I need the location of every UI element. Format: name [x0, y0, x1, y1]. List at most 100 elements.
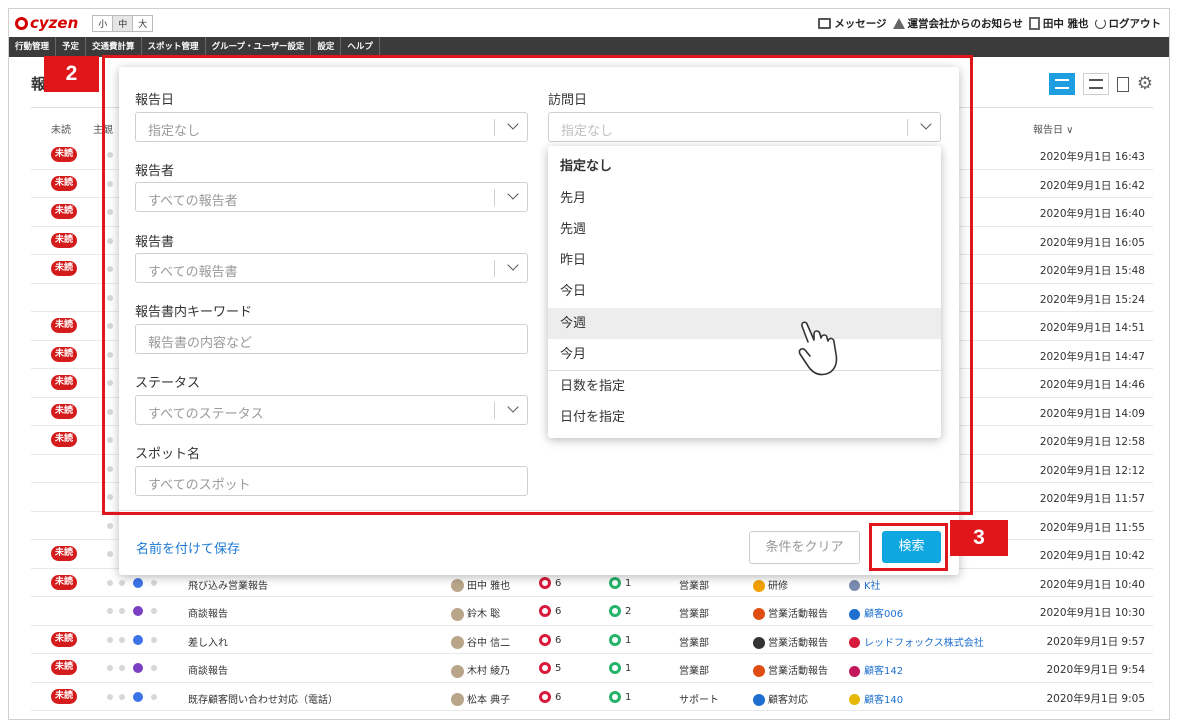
- logout-label: ログアウト: [1108, 17, 1162, 30]
- comment-icon: [609, 662, 621, 674]
- chevron-down-icon: [507, 188, 519, 200]
- report-date: 2020年9月1日 14:09: [1039, 407, 1145, 420]
- user-menu[interactable]: 田中 雅也: [1028, 16, 1089, 31]
- comment-icon: [609, 633, 621, 646]
- option-yesterday[interactable]: 昨日: [548, 245, 941, 276]
- option-specify-date[interactable]: 日付を指定: [548, 402, 941, 433]
- nav-item-help[interactable]: ヘルプ: [341, 37, 380, 57]
- nav-item-activity[interactable]: 行動管理: [9, 37, 57, 57]
- option-this-month[interactable]: 今月: [548, 339, 941, 370]
- messages-link[interactable]: メッセージ: [818, 16, 887, 31]
- likes-cell: 6: [539, 605, 561, 617]
- like-icon: [539, 690, 551, 703]
- comments-cell: 1: [609, 662, 631, 674]
- nav-item-expenses[interactable]: 交通費計算: [86, 37, 142, 57]
- comment-icon: [609, 576, 621, 589]
- category-label: 営業活動報告: [768, 666, 828, 677]
- likes-count: 6: [555, 691, 562, 703]
- export-icon[interactable]: [1116, 76, 1129, 92]
- select-separator: [494, 119, 495, 136]
- option-last-week[interactable]: 先週: [548, 214, 941, 245]
- customer-icon: [849, 637, 860, 648]
- option-none[interactable]: 指定なし: [548, 151, 941, 182]
- avatar: [451, 636, 464, 649]
- report-title[interactable]: 飛び込み営業報告: [188, 577, 268, 592]
- select-separator: [494, 189, 495, 206]
- table-row[interactable]: 未読 差し入れ 谷中 信二 6 1 営業部 営業活動報告 レッドフォックス株式会社 2020年9…: [31, 626, 1153, 654]
- font-size-medium[interactable]: 中: [113, 15, 134, 31]
- customer-cell[interactable]: K社: [849, 577, 881, 592]
- unread-badge: 未読: [51, 660, 78, 675]
- clear-conditions-button[interactable]: 条件をクリア: [749, 531, 860, 564]
- report-title[interactable]: 既存顧客問い合わせ対応（電話）: [188, 691, 338, 706]
- cyzen-logo[interactable]: cyzen: [15, 14, 78, 32]
- like-icon: [539, 576, 551, 589]
- report-date: 2020年9月1日 16:42: [1039, 179, 1145, 192]
- report-form-select[interactable]: すべての報告書: [135, 253, 528, 283]
- font-size-large[interactable]: 大: [133, 15, 153, 31]
- table-row[interactable]: 未読 商談報告 木村 綾乃 5 1 営業部 営業活動報告 顧客142 2020年9月1日 9:5…: [31, 654, 1153, 683]
- visit-date-select[interactable]: 指定なし: [548, 112, 941, 142]
- unread-badge: 未読: [51, 261, 78, 276]
- report-title[interactable]: 差し入れ: [188, 634, 228, 649]
- annotation-frame-3: [869, 523, 948, 571]
- report-date: 2020年9月1日 11:55: [1039, 521, 1145, 534]
- comment-icon: [609, 690, 621, 703]
- col-report-date[interactable]: 報告日 ∨: [1033, 121, 1074, 136]
- notice-link[interactable]: 運営会社からのお知らせ: [892, 16, 1023, 31]
- list-icon: [1054, 79, 1069, 89]
- status-select[interactable]: すべてのステータス: [135, 395, 528, 425]
- visit-date-dropdown: 指定なし 先月 先週 昨日 今日 今週 今月 日数を指定 日付を指定: [548, 146, 941, 438]
- customer-cell[interactable]: 顧客142: [849, 662, 903, 677]
- font-size-small[interactable]: 小: [93, 15, 114, 31]
- save-with-name-link[interactable]: 名前を付けて保存: [136, 538, 240, 557]
- report-title[interactable]: 商談報告: [188, 605, 228, 620]
- list-view-button[interactable]: [1048, 73, 1075, 95]
- option-specify-days[interactable]: 日数を指定: [548, 371, 941, 402]
- table-row[interactable]: 商談報告 鈴木 聡 6 2 営業部 営業活動報告 顧客006 2020年9月1日 10:30: [31, 597, 1153, 626]
- table-row[interactable]: 未読 既存顧客問い合わせ対応（電話） 松本 典子 6 1 サポート 顧客対応 顧客140 202…: [31, 683, 1153, 711]
- category-cell: 営業活動報告: [753, 662, 828, 677]
- status-circle-icon: [131, 689, 145, 704]
- logo-ring-icon: [15, 16, 28, 30]
- report-form-label: 報告書: [135, 235, 175, 250]
- customer-cell[interactable]: 顧客006: [849, 605, 903, 620]
- option-this-week[interactable]: 今週: [548, 308, 941, 339]
- reporter-select[interactable]: すべての報告者: [135, 182, 528, 212]
- chevron-down-icon: [507, 259, 519, 271]
- reporter-name: 鈴木 聡: [467, 609, 501, 620]
- card-view-button[interactable]: [1082, 73, 1109, 95]
- report-title[interactable]: 商談報告: [188, 662, 228, 677]
- select-separator: [494, 402, 495, 419]
- customer-cell[interactable]: レッドフォックス株式会社: [849, 634, 984, 649]
- col-unread[interactable]: 未読: [51, 121, 71, 136]
- option-last-month[interactable]: 先月: [548, 183, 941, 214]
- user-card-icon: [1028, 16, 1040, 30]
- option-today[interactable]: 今日: [548, 276, 941, 307]
- customer-name: 顧客006: [864, 609, 904, 620]
- status-dot: [151, 665, 157, 671]
- nav-item-schedule[interactable]: 予定: [56, 37, 87, 57]
- nav-item-spots[interactable]: スポット管理: [142, 37, 206, 57]
- keyword-input[interactable]: 報告書の内容など: [135, 324, 528, 354]
- customer-cell[interactable]: 顧客140: [849, 691, 903, 706]
- logout-link[interactable]: ログアウト: [1094, 16, 1162, 31]
- comments-cell: 1: [609, 690, 631, 703]
- report-date-select[interactable]: 指定なし: [135, 112, 528, 142]
- avatar: [451, 579, 464, 592]
- gear-icon[interactable]: ⚙: [1137, 75, 1153, 93]
- nav-item-groups-users[interactable]: グループ・ユーザー設定: [206, 37, 312, 57]
- col-subjective[interactable]: 主観: [93, 121, 113, 136]
- report-date: 2020年9月1日 9:05: [1046, 692, 1146, 705]
- reporter-cell: 谷中 信二: [451, 634, 510, 649]
- user-name: 田中 雅也: [1042, 17, 1089, 30]
- status-dot: [107, 665, 113, 671]
- nav-item-settings[interactable]: 設定: [311, 37, 342, 57]
- spot-input[interactable]: すべてのスポット: [135, 466, 528, 496]
- report-date: 2020年9月1日 11:57: [1039, 493, 1145, 505]
- comments-count: 1: [625, 634, 632, 646]
- status-dot: [119, 665, 125, 671]
- report-date: 2020年9月1日 16:43: [1039, 151, 1145, 163]
- department: 営業部: [679, 637, 709, 649]
- likes-cell: 5: [539, 662, 561, 674]
